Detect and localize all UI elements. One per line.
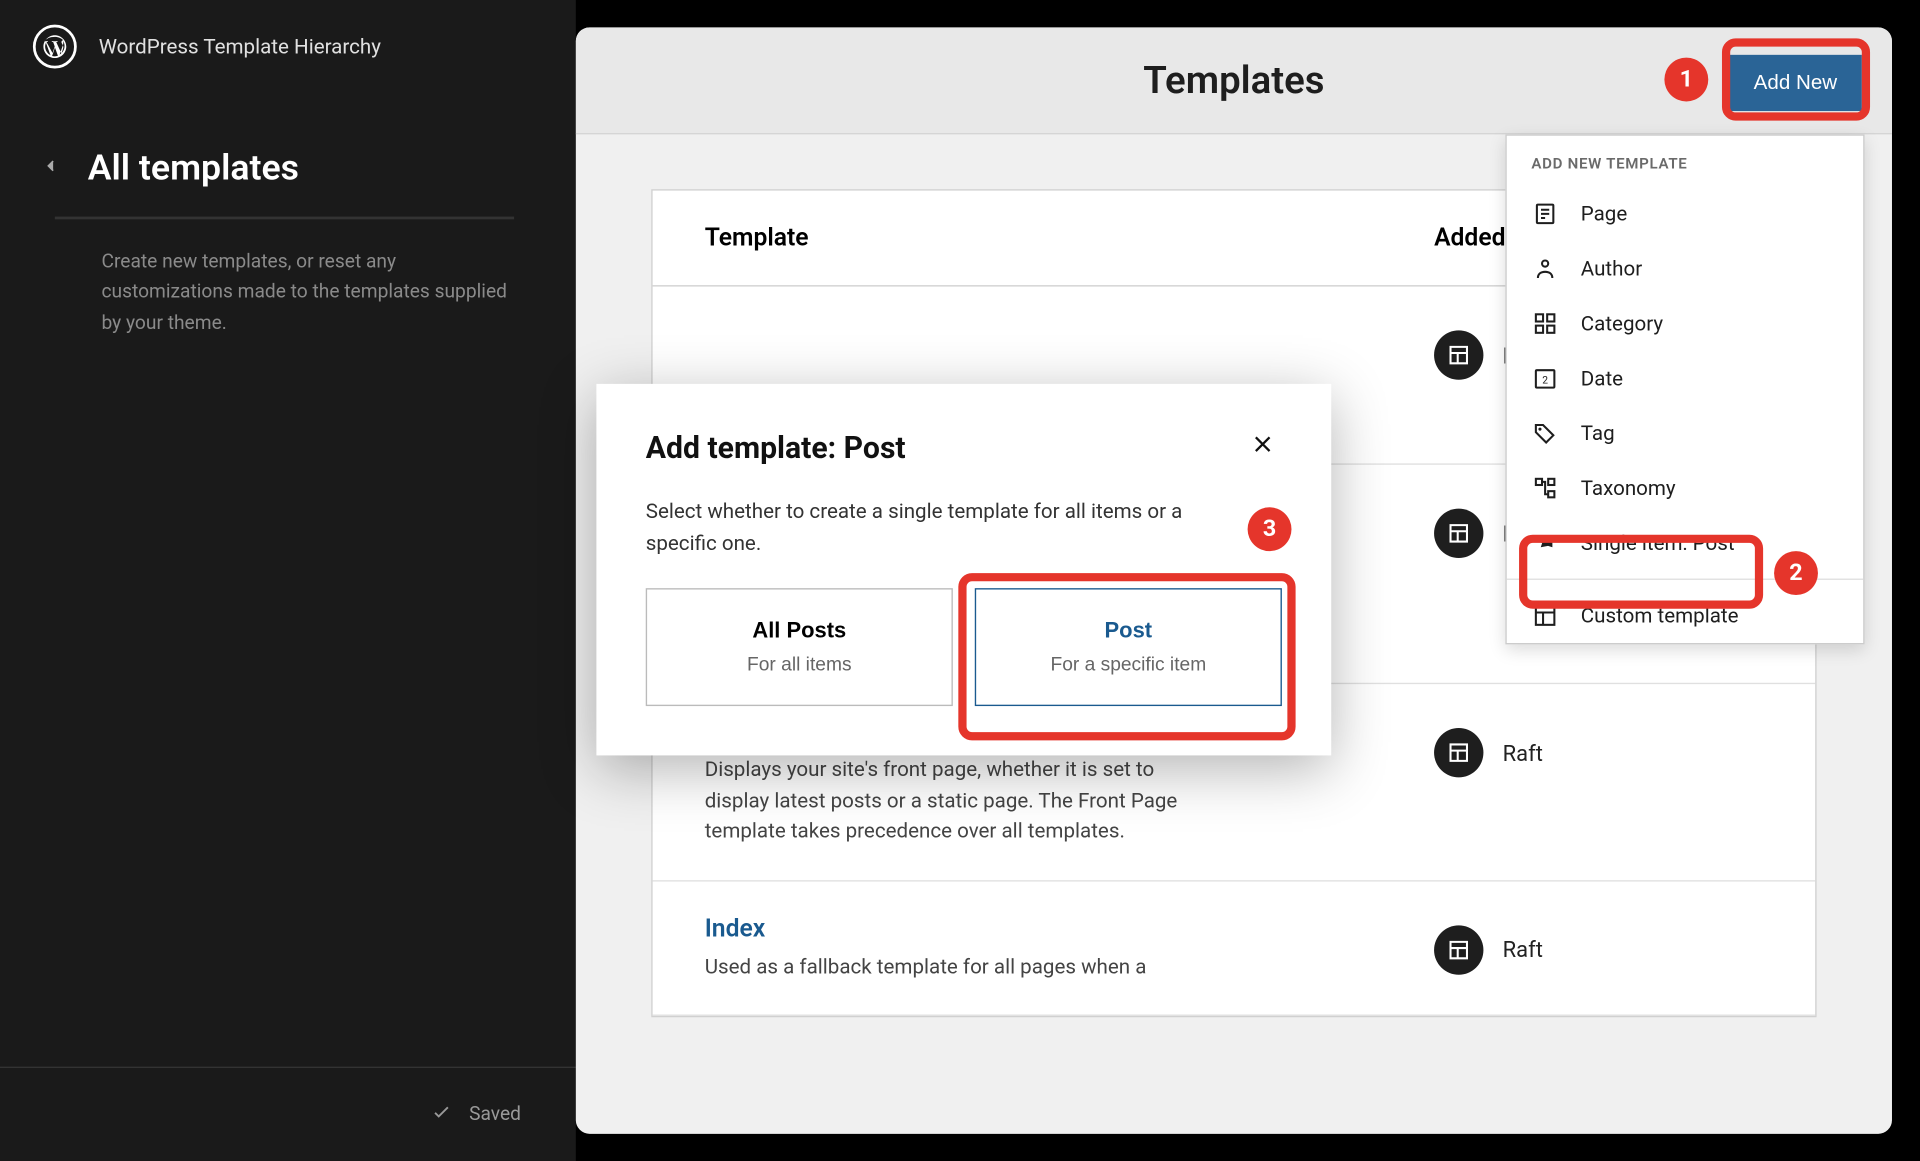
template-description: Displays your site's front page, whether… bbox=[705, 754, 1212, 847]
theme-layout-icon bbox=[1434, 728, 1483, 777]
added-by-label: Raft bbox=[1503, 936, 1543, 962]
category-icon bbox=[1531, 310, 1558, 337]
add-new-template-dropdown: ADD NEW TEMPLATE Page Author Category bbox=[1505, 134, 1864, 644]
main-header: Templates Add New bbox=[576, 27, 1892, 134]
sidebar-footer: Saved bbox=[0, 1067, 576, 1161]
nav-back-row[interactable]: All templates bbox=[0, 93, 576, 216]
table-row: Index Used as a fallback template for al… bbox=[653, 881, 1816, 1016]
theme-layout-icon bbox=[1434, 330, 1483, 379]
option-subtitle: For a specific item bbox=[993, 653, 1264, 675]
nav-heading: All templates bbox=[88, 148, 299, 189]
dd-item-date[interactable]: 2 Date bbox=[1507, 351, 1863, 406]
option-all-posts[interactable]: All Posts For all items bbox=[646, 588, 953, 706]
dd-label: Custom template bbox=[1581, 603, 1739, 628]
dd-label: Author bbox=[1581, 256, 1642, 281]
dd-label: Category bbox=[1581, 311, 1663, 336]
dd-label: Taxonomy bbox=[1581, 476, 1676, 501]
option-title: All Posts bbox=[664, 620, 935, 645]
theme-layout-icon bbox=[1434, 925, 1483, 974]
option-subtitle: For all items bbox=[664, 653, 935, 675]
nav-description: Create new templates, or reset any custo… bbox=[0, 247, 576, 339]
tag-icon bbox=[1531, 420, 1558, 447]
author-icon bbox=[1531, 255, 1558, 282]
date-icon: 2 bbox=[1531, 365, 1558, 392]
close-button[interactable] bbox=[1243, 425, 1281, 472]
option-post[interactable]: Post For a specific item bbox=[975, 588, 1282, 706]
dd-item-author[interactable]: Author bbox=[1507, 241, 1863, 296]
dd-item-category[interactable]: Category bbox=[1507, 296, 1863, 351]
dd-label: Tag bbox=[1581, 421, 1615, 446]
saved-label: Saved bbox=[469, 1104, 521, 1126]
dd-label: Single item: Post bbox=[1581, 531, 1735, 556]
template-link-index[interactable]: Index bbox=[705, 914, 1407, 943]
dd-item-custom[interactable]: Custom template bbox=[1507, 588, 1863, 643]
svg-text:2: 2 bbox=[1542, 374, 1548, 387]
chevron-left-icon bbox=[41, 156, 60, 181]
dropdown-separator bbox=[1507, 579, 1863, 580]
modal-title: Add template: Post bbox=[646, 431, 906, 465]
theme-layout-icon bbox=[1434, 509, 1483, 558]
dd-item-tag[interactable]: Tag bbox=[1507, 406, 1863, 461]
pin-icon bbox=[1531, 529, 1558, 556]
option-title: Post bbox=[993, 620, 1264, 645]
dd-label: Date bbox=[1581, 366, 1623, 391]
dd-item-page[interactable]: Page bbox=[1507, 186, 1863, 241]
wordpress-logo-icon[interactable] bbox=[33, 25, 77, 69]
check-icon bbox=[431, 1101, 453, 1128]
modal-options: All Posts For all items Post For a speci… bbox=[646, 588, 1282, 706]
custom-template-icon bbox=[1531, 602, 1558, 629]
nav-underline bbox=[55, 217, 514, 220]
close-icon bbox=[1249, 430, 1276, 464]
add-new-button[interactable]: Add New bbox=[1729, 55, 1862, 111]
dd-item-taxonomy[interactable]: Taxonomy bbox=[1507, 461, 1863, 516]
modal-description: Select whether to create a single templa… bbox=[646, 496, 1222, 558]
add-template-post-modal: Add template: Post Select whether to cre… bbox=[596, 384, 1331, 756]
page-title: Templates bbox=[1143, 58, 1324, 103]
dd-item-single-post[interactable]: Single item: Post bbox=[1507, 515, 1863, 570]
app-title: WordPress Template Hierarchy bbox=[99, 34, 381, 59]
dropdown-title: ADD NEW TEMPLATE bbox=[1507, 136, 1863, 187]
app-header: WordPress Template Hierarchy bbox=[0, 0, 576, 93]
dd-label: Page bbox=[1581, 202, 1628, 227]
taxonomy-icon bbox=[1531, 474, 1558, 501]
added-by-label: Raft bbox=[1503, 740, 1543, 766]
template-description: Used as a fallback template for all page… bbox=[705, 951, 1212, 982]
col-template-header: Template bbox=[705, 223, 1434, 252]
page-icon bbox=[1531, 200, 1558, 227]
app-sidebar: WordPress Template Hierarchy All templat… bbox=[0, 0, 576, 1161]
